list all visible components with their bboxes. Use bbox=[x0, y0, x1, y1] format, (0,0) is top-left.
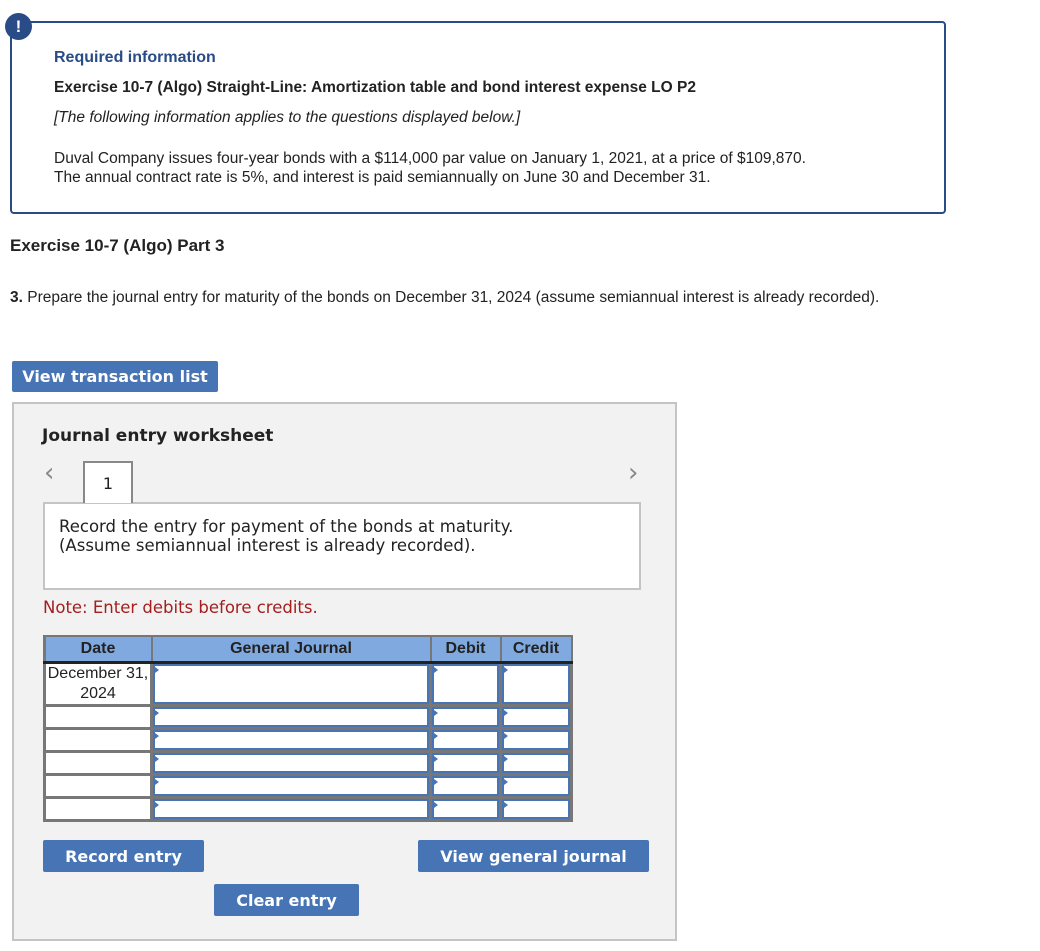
question-text: 3. Prepare the journal entry for maturit… bbox=[10, 288, 930, 307]
clear-entry-button[interactable]: Clear entry bbox=[214, 884, 359, 916]
header-credit: Credit bbox=[499, 635, 573, 664]
worksheet-title: Journal entry worksheet bbox=[42, 426, 274, 446]
question-number: 3. bbox=[10, 289, 23, 306]
credit-input[interactable] bbox=[499, 661, 573, 707]
account-input[interactable] bbox=[150, 661, 432, 707]
debit-input[interactable] bbox=[429, 661, 502, 707]
table-row bbox=[43, 750, 573, 776]
view-transaction-list-button[interactable]: View transaction list bbox=[12, 361, 218, 392]
table-row bbox=[43, 727, 573, 753]
credit-input[interactable] bbox=[499, 750, 573, 776]
exercise-description: Duval Company issues four-year bonds wit… bbox=[54, 149, 934, 187]
date-cell bbox=[43, 750, 153, 776]
required-information-box: Required information Exercise 10-7 (Algo… bbox=[10, 21, 946, 214]
chevron-left-icon[interactable]: ‹ bbox=[44, 458, 54, 488]
debit-input[interactable] bbox=[429, 704, 502, 730]
account-input[interactable] bbox=[150, 750, 432, 776]
part-title: Exercise 10-7 (Algo) Part 3 bbox=[10, 236, 225, 255]
table-row bbox=[43, 773, 573, 799]
date-cell bbox=[43, 773, 153, 799]
worksheet-tab-1[interactable]: 1 bbox=[83, 461, 133, 503]
debit-input[interactable] bbox=[429, 727, 502, 753]
question-body: Prepare the journal entry for maturity o… bbox=[22, 289, 880, 306]
debit-input[interactable] bbox=[429, 796, 502, 822]
credit-input[interactable] bbox=[499, 796, 573, 822]
alert-icon: ! bbox=[5, 13, 32, 40]
journal-table: Date General Journal Debit Credit Decemb… bbox=[43, 635, 573, 822]
description-line-1: Duval Company issues four-year bonds wit… bbox=[54, 150, 806, 167]
table-row: December 31, 2024 bbox=[43, 661, 573, 707]
applies-note: [The following information applies to th… bbox=[54, 109, 521, 126]
prompt-line-1: Record the entry for payment of the bond… bbox=[59, 517, 514, 536]
description-line-2: The annual contract rate is 5%, and inte… bbox=[54, 169, 711, 186]
chevron-right-icon[interactable]: › bbox=[628, 458, 638, 488]
account-input[interactable] bbox=[150, 773, 432, 799]
account-input[interactable] bbox=[150, 796, 432, 822]
debit-input[interactable] bbox=[429, 773, 502, 799]
credit-input[interactable] bbox=[499, 704, 573, 730]
exercise-title: Exercise 10-7 (Algo) Straight-Line: Amor… bbox=[54, 79, 696, 96]
account-input[interactable] bbox=[150, 727, 432, 753]
date-cell bbox=[43, 704, 153, 730]
date-cell: December 31, 2024 bbox=[43, 661, 153, 707]
date-cell bbox=[43, 796, 153, 822]
entry-prompt: Record the entry for payment of the bond… bbox=[43, 502, 641, 590]
table-row bbox=[43, 796, 573, 822]
view-general-journal-button[interactable]: View general journal bbox=[418, 840, 649, 872]
record-entry-button[interactable]: Record entry bbox=[43, 840, 204, 872]
date-cell bbox=[43, 727, 153, 753]
table-row bbox=[43, 704, 573, 730]
header-general-journal: General Journal bbox=[150, 635, 432, 664]
header-date: Date bbox=[43, 635, 153, 664]
required-information-heading: Required information bbox=[54, 49, 216, 66]
prompt-line-2: (Assume semiannual interest is already r… bbox=[59, 536, 476, 555]
account-input[interactable] bbox=[150, 704, 432, 730]
credit-input[interactable] bbox=[499, 727, 573, 753]
debit-input[interactable] bbox=[429, 750, 502, 776]
header-debit: Debit bbox=[429, 635, 502, 664]
journal-entry-worksheet: Journal entry worksheet ‹ › 1 Record the… bbox=[12, 402, 677, 941]
credit-input[interactable] bbox=[499, 773, 573, 799]
debits-before-credits-note: Note: Enter debits before credits. bbox=[43, 598, 318, 617]
